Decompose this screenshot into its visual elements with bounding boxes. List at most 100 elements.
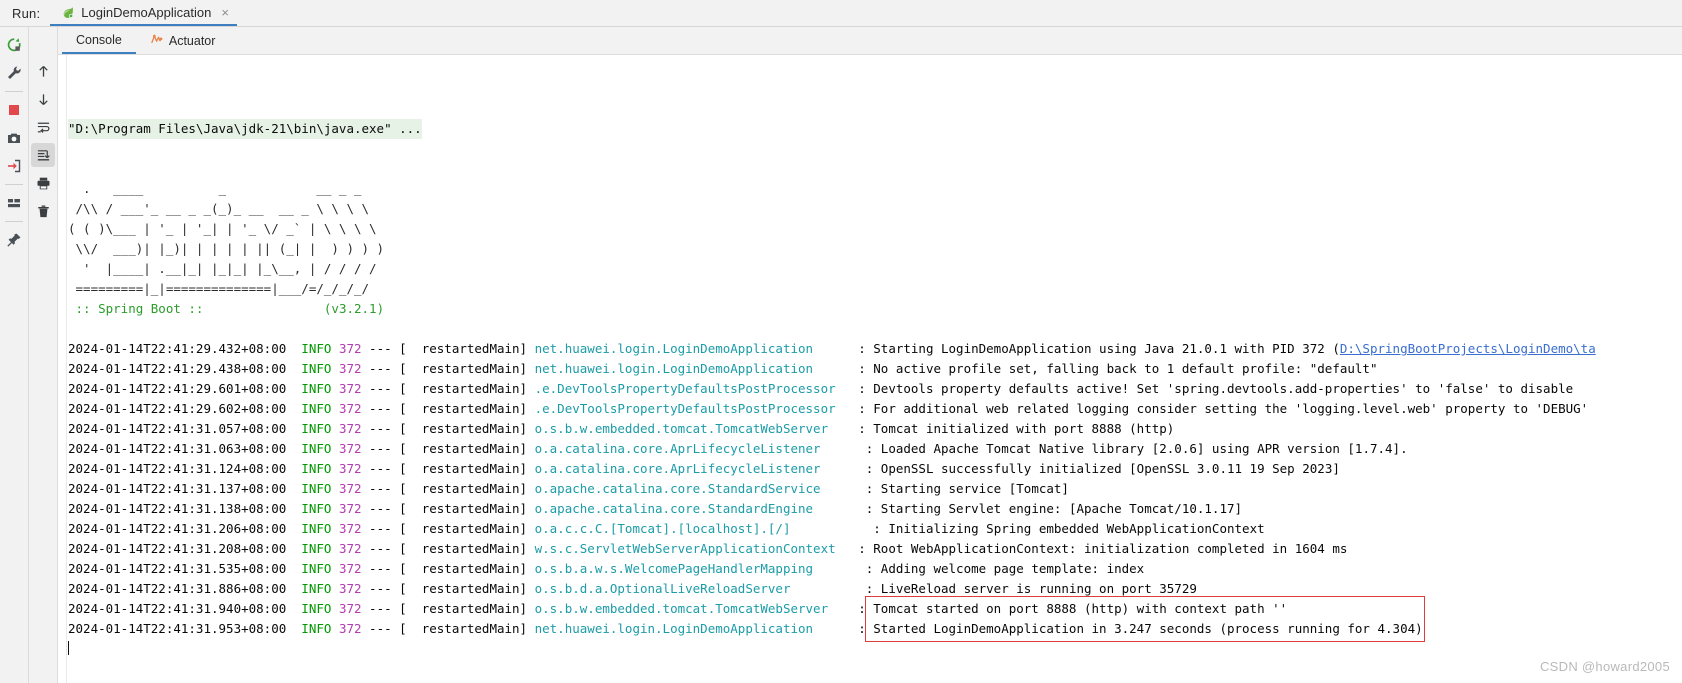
log-logger: o.a.catalina.core.AprLifecycleListener <box>534 441 821 456</box>
log-message: : Adding welcome page template: index <box>865 561 1145 576</box>
banner-line-1: /\\ / ___'_ __ _ _(_)_ __ __ _ \ \ \ \ <box>68 201 370 216</box>
run-tab-logindemoapplication[interactable]: LoginDemoApplication × <box>50 0 237 26</box>
import-arrow-icon[interactable] <box>2 154 26 178</box>
log-logger: o.s.b.w.embedded.tomcat.TomcatWebServer <box>534 421 829 436</box>
log-separator: --- [ <box>361 581 407 596</box>
log-line: 2024-01-14T22:41:31.057+08:00 INFO 372 -… <box>68 419 1682 439</box>
log-line: 2024-01-14T22:41:31.940+08:00 INFO 372 -… <box>68 599 1682 619</box>
watermark: CSDN @howard2005 <box>1539 659 1670 674</box>
banner-row: /\\ / ___'_ __ _ _(_)_ __ __ _ \ \ \ \ <box>68 199 1682 219</box>
log-timestamp: 2024-01-14T22:41:31.057+08:00 <box>68 421 302 436</box>
log-line: 2024-01-14T22:41:31.535+08:00 INFO 372 -… <box>68 559 1682 579</box>
banner-row: ( ( )\___ | '_ | '_| | '_ \/ _` | \ \ \ … <box>68 219 1682 239</box>
trash-icon[interactable] <box>31 199 55 223</box>
scroll-to-end-icon[interactable] <box>31 143 55 167</box>
log-message: : Loaded Apache Tomcat Native library [2… <box>865 441 1408 456</box>
run-tab-label: LoginDemoApplication <box>81 4 212 20</box>
log-separator: --- [ <box>361 501 407 516</box>
wrench-settings-icon[interactable] <box>2 61 26 85</box>
spring-boot-title: :: Spring Boot :: <box>68 301 211 316</box>
log-logger: o.a.catalina.core.AprLifecycleListener <box>534 461 821 476</box>
log-message: : No active profile set, falling back to… <box>858 361 1378 376</box>
run-body: Console Actuator "D:\Program Files\Java\… <box>0 27 1682 683</box>
log-separator: --- [ <box>361 381 407 396</box>
rerun-icon[interactable] <box>2 33 26 57</box>
log-timestamp: 2024-01-14T22:41:31.138+08:00 <box>68 501 302 516</box>
scroll-up-icon[interactable] <box>31 59 55 83</box>
log-level: INFO <box>301 461 332 476</box>
toolbar-divider-2 <box>5 184 23 185</box>
scroll-down-icon[interactable] <box>31 87 55 111</box>
log-level: INFO <box>301 421 332 436</box>
log-line: 2024-01-14T22:41:31.886+08:00 INFO 372 -… <box>68 579 1682 599</box>
banner-row: . ____ _ __ _ _ <box>68 179 1682 199</box>
log-path-link[interactable]: D:\SpringBootProjects\LoginDemo\ta <box>1340 341 1596 356</box>
log-separator: --- [ <box>361 621 407 636</box>
actuator-icon <box>150 32 164 49</box>
spring-leaf-icon <box>60 5 75 20</box>
log-thread: restartedMain] <box>406 521 535 536</box>
log-logger: .e.DevToolsPropertyDefaultsPostProcessor <box>534 401 836 416</box>
log-timestamp: 2024-01-14T22:41:31.063+08:00 <box>68 441 302 456</box>
log-message: : Devtools property defaults active! Set… <box>858 381 1574 396</box>
log-logger: o.apache.catalina.core.StandardEngine <box>534 501 814 516</box>
tab-console[interactable]: Console <box>62 27 136 54</box>
log-timestamp: 2024-01-14T22:41:31.206+08:00 <box>68 521 302 536</box>
log-thread: restartedMain] <box>406 381 535 396</box>
toolbar-divider-3 <box>5 221 23 222</box>
log-logger: o.s.b.a.w.s.WelcomePageHandlerMapping <box>534 561 814 576</box>
pin-icon[interactable] <box>2 228 26 252</box>
log-level: INFO <box>301 581 332 596</box>
close-icon[interactable]: × <box>221 6 229 19</box>
log-level: INFO <box>301 381 332 396</box>
log-line: 2024-01-14T22:41:31.137+08:00 INFO 372 -… <box>68 479 1682 499</box>
stop-icon[interactable] <box>2 98 26 122</box>
log-pid: 372 <box>338 381 362 396</box>
log-line: 2024-01-14T22:41:31.208+08:00 INFO 372 -… <box>68 539 1682 559</box>
log-pid: 372 <box>338 361 362 376</box>
log-line: 2024-01-14T22:41:31.063+08:00 INFO 372 -… <box>68 439 1682 459</box>
log-message: : Starting service [Tomcat] <box>865 481 1069 496</box>
log-logger: o.apache.catalina.core.StandardService <box>534 481 821 496</box>
log-thread: restartedMain] <box>406 401 535 416</box>
camera-snapshot-icon[interactable] <box>2 126 26 150</box>
log-message: : Root WebApplicationContext: initializa… <box>858 541 1348 556</box>
log-timestamp: 2024-01-14T22:41:31.137+08:00 <box>68 481 302 496</box>
command-line-row: "D:\Program Files\Java\jdk-21\bin\java.e… <box>68 119 1682 139</box>
log-line: 2024-01-14T22:41:29.602+08:00 INFO 372 -… <box>68 399 1682 419</box>
layout-icon[interactable] <box>2 191 26 215</box>
banner-row: ' |____| .__|_| |_|_| |_\__, | / / / / <box>68 259 1682 279</box>
log-thread: restartedMain] <box>406 621 535 636</box>
log-separator: --- [ <box>361 361 407 376</box>
log-line: 2024-01-14T22:41:29.432+08:00 INFO 372 -… <box>68 339 1682 359</box>
soft-wrap-icon[interactable] <box>31 115 55 139</box>
print-icon[interactable] <box>31 171 55 195</box>
console-gutter <box>58 55 67 683</box>
log-thread: restartedMain] <box>406 341 535 356</box>
log-logger: o.s.b.w.embedded.tomcat.TomcatWebServer <box>534 601 829 616</box>
blank-row <box>68 319 1682 339</box>
log-message: : Starting Servlet engine: [Apache Tomca… <box>865 501 1243 516</box>
log-line: 2024-01-14T22:41:31.124+08:00 INFO 372 -… <box>68 459 1682 479</box>
log-timestamp: 2024-01-14T22:41:31.535+08:00 <box>68 561 302 576</box>
log-level: INFO <box>301 341 332 356</box>
console-output[interactable]: "D:\Program Files\Java\jdk-21\bin\java.e… <box>58 55 1682 683</box>
tab-actuator[interactable]: Actuator <box>136 27 230 54</box>
console-actions-toolbar <box>29 27 58 683</box>
